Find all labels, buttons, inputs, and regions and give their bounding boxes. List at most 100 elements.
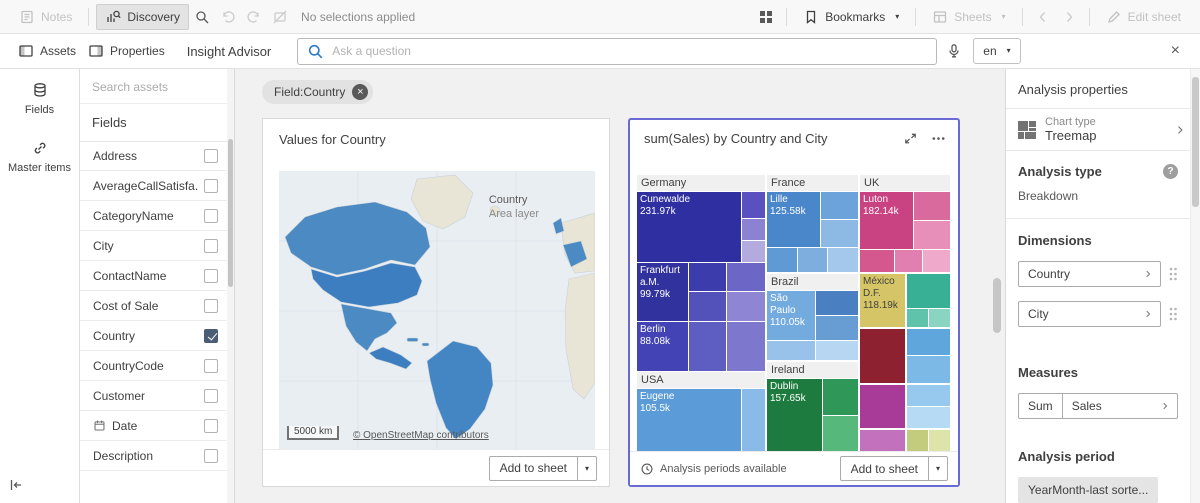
field-checkbox[interactable] [204,359,218,373]
treemap-cell[interactable] [895,250,922,272]
treemap-cell[interactable] [821,220,858,247]
treemap-cell[interactable] [823,416,858,452]
add-to-sheet-button[interactable]: Add to sheet ▾ [489,456,597,481]
treemap-cell[interactable] [929,309,950,327]
drag-handle-icon[interactable] [1168,266,1178,282]
treemap-cell[interactable]: México D.F.118.19k [860,274,905,327]
collapse-panel-button[interactable] [8,477,24,493]
scrollbar-thumb[interactable] [228,139,233,287]
treemap-cell[interactable] [727,263,765,291]
clear-selections-button[interactable] [267,4,293,30]
sidebar-item-fields[interactable]: Fields [0,69,79,127]
treemap-cell[interactable] [923,250,950,272]
treemap-cell[interactable] [929,430,950,452]
search-assets-input[interactable] [92,80,222,94]
treemap-cell[interactable] [823,379,858,415]
treemap-group-header[interactable]: UK [860,175,950,191]
field-checkbox[interactable] [204,149,218,163]
sidebar-item-master-items[interactable]: Master items [0,127,79,185]
treemap-cell[interactable] [742,241,765,262]
field-row[interactable]: Country [80,321,227,351]
field-row[interactable]: CategoryName [80,201,227,231]
treemap-cell[interactable] [907,407,950,428]
treemap-cell[interactable] [689,292,726,321]
content-scrollbar-thumb[interactable] [993,278,1001,333]
treemap-card[interactable]: sum(Sales) by Country and City GermanyFr… [628,118,960,487]
treemap-cell[interactable]: Lille125.58k [767,192,820,247]
expand-chart-button[interactable] [903,131,918,146]
remove-chip-icon[interactable]: × [352,84,368,100]
field-checkbox[interactable] [204,209,218,223]
treemap-cell[interactable]: Eugene105.5k [637,389,741,452]
field-checkbox[interactable] [204,419,218,433]
treemap-cell[interactable] [907,274,950,308]
charts-grid-button[interactable] [753,4,779,30]
field-row[interactable]: AverageCallSatisfa... [80,171,227,201]
field-row[interactable]: City [80,231,227,261]
treemap-cell[interactable] [727,292,765,321]
treemap-cell[interactable] [742,389,765,452]
dimension-city[interactable]: City [1018,301,1161,327]
add-to-sheet-button[interactable]: Add to sheet ▾ [840,456,948,481]
field-checkbox[interactable] [204,269,218,283]
treemap-cell[interactable] [816,291,858,315]
field-checkbox[interactable] [204,239,218,253]
treemap-cell[interactable] [914,192,950,220]
treemap-cell[interactable] [907,430,928,452]
treemap-cell[interactable]: Berlin88.08k [637,322,688,371]
properties-scrollbar[interactable] [1190,69,1200,503]
treemap-group-header[interactable]: Ireland [767,362,858,378]
selections-forward-button[interactable] [241,4,267,30]
treemap-cell[interactable] [828,248,858,272]
dimension-country[interactable]: Country [1018,261,1161,287]
treemap-cell[interactable] [689,263,726,291]
field-checkbox[interactable] [204,329,218,343]
discovery-button[interactable]: Discovery [96,4,189,30]
treemap-cell[interactable] [914,221,950,249]
sheets-button[interactable]: Sheets ▾ [923,4,1014,30]
field-checkbox[interactable] [204,389,218,403]
treemap-cell[interactable] [907,309,928,327]
field-checkbox[interactable] [204,449,218,463]
previous-sheet-button[interactable] [1030,4,1056,30]
treemap-cell[interactable] [907,356,950,383]
field-row[interactable]: Date [80,411,227,441]
treemap-cell[interactable] [860,430,905,452]
analysis-periods[interactable]: Analysis periods available [640,462,787,476]
treemap-cell[interactable] [689,322,726,371]
notes-button[interactable]: Notes [10,4,81,30]
measure-sum-sales[interactable]: Sum Sales [1018,393,1178,419]
language-dropdown[interactable]: en ▾ [973,38,1020,64]
treemap-cell[interactable] [907,329,950,355]
field-row[interactable]: Description [80,441,227,471]
voice-input-button[interactable] [946,43,962,59]
field-row[interactable]: CountryCode [80,351,227,381]
chart-type-row[interactable]: Chart type Treemap [1006,109,1190,151]
treemap-cell[interactable]: Frankfurt a.M.99.79k [637,263,688,321]
selections-back-button[interactable] [215,4,241,30]
treemap-group-header[interactable]: USA [637,372,765,388]
selection-chip-field-country[interactable]: Field:Country × [262,80,373,104]
country-map[interactable]: Country Area layer 5000 km © OpenStreetM… [279,171,595,451]
scrollbar-thumb[interactable] [1192,77,1199,207]
treemap-cell[interactable] [798,248,827,272]
bookmarks-button[interactable]: Bookmarks ▾ [794,4,908,30]
search-selections-button[interactable] [189,4,215,30]
treemap-cell[interactable] [767,341,815,360]
treemap-group-header[interactable]: Germany [637,175,765,191]
treemap-group-header[interactable]: Brazil [767,274,858,290]
treemap-cell[interactable]: Dublin157.65k [767,379,822,452]
analysis-period-button[interactable]: YearMonth-last sorte... [1018,477,1158,503]
edit-sheet-button[interactable]: Edit sheet [1097,4,1190,30]
field-checkbox[interactable] [204,179,218,193]
next-sheet-button[interactable] [1056,4,1082,30]
help-icon[interactable]: ? [1163,164,1178,179]
treemap-cell[interactable]: Cunewalde231.97k [637,192,741,262]
chevron-down-icon[interactable]: ▾ [577,457,596,480]
more-options-button[interactable] [931,131,946,146]
field-row[interactable]: Address [80,141,227,171]
map-card[interactable]: Values for Country [262,118,610,487]
treemap-cell[interactable] [742,192,765,218]
treemap-cell[interactable] [816,341,858,360]
field-row[interactable]: Cost of Sale [80,291,227,321]
